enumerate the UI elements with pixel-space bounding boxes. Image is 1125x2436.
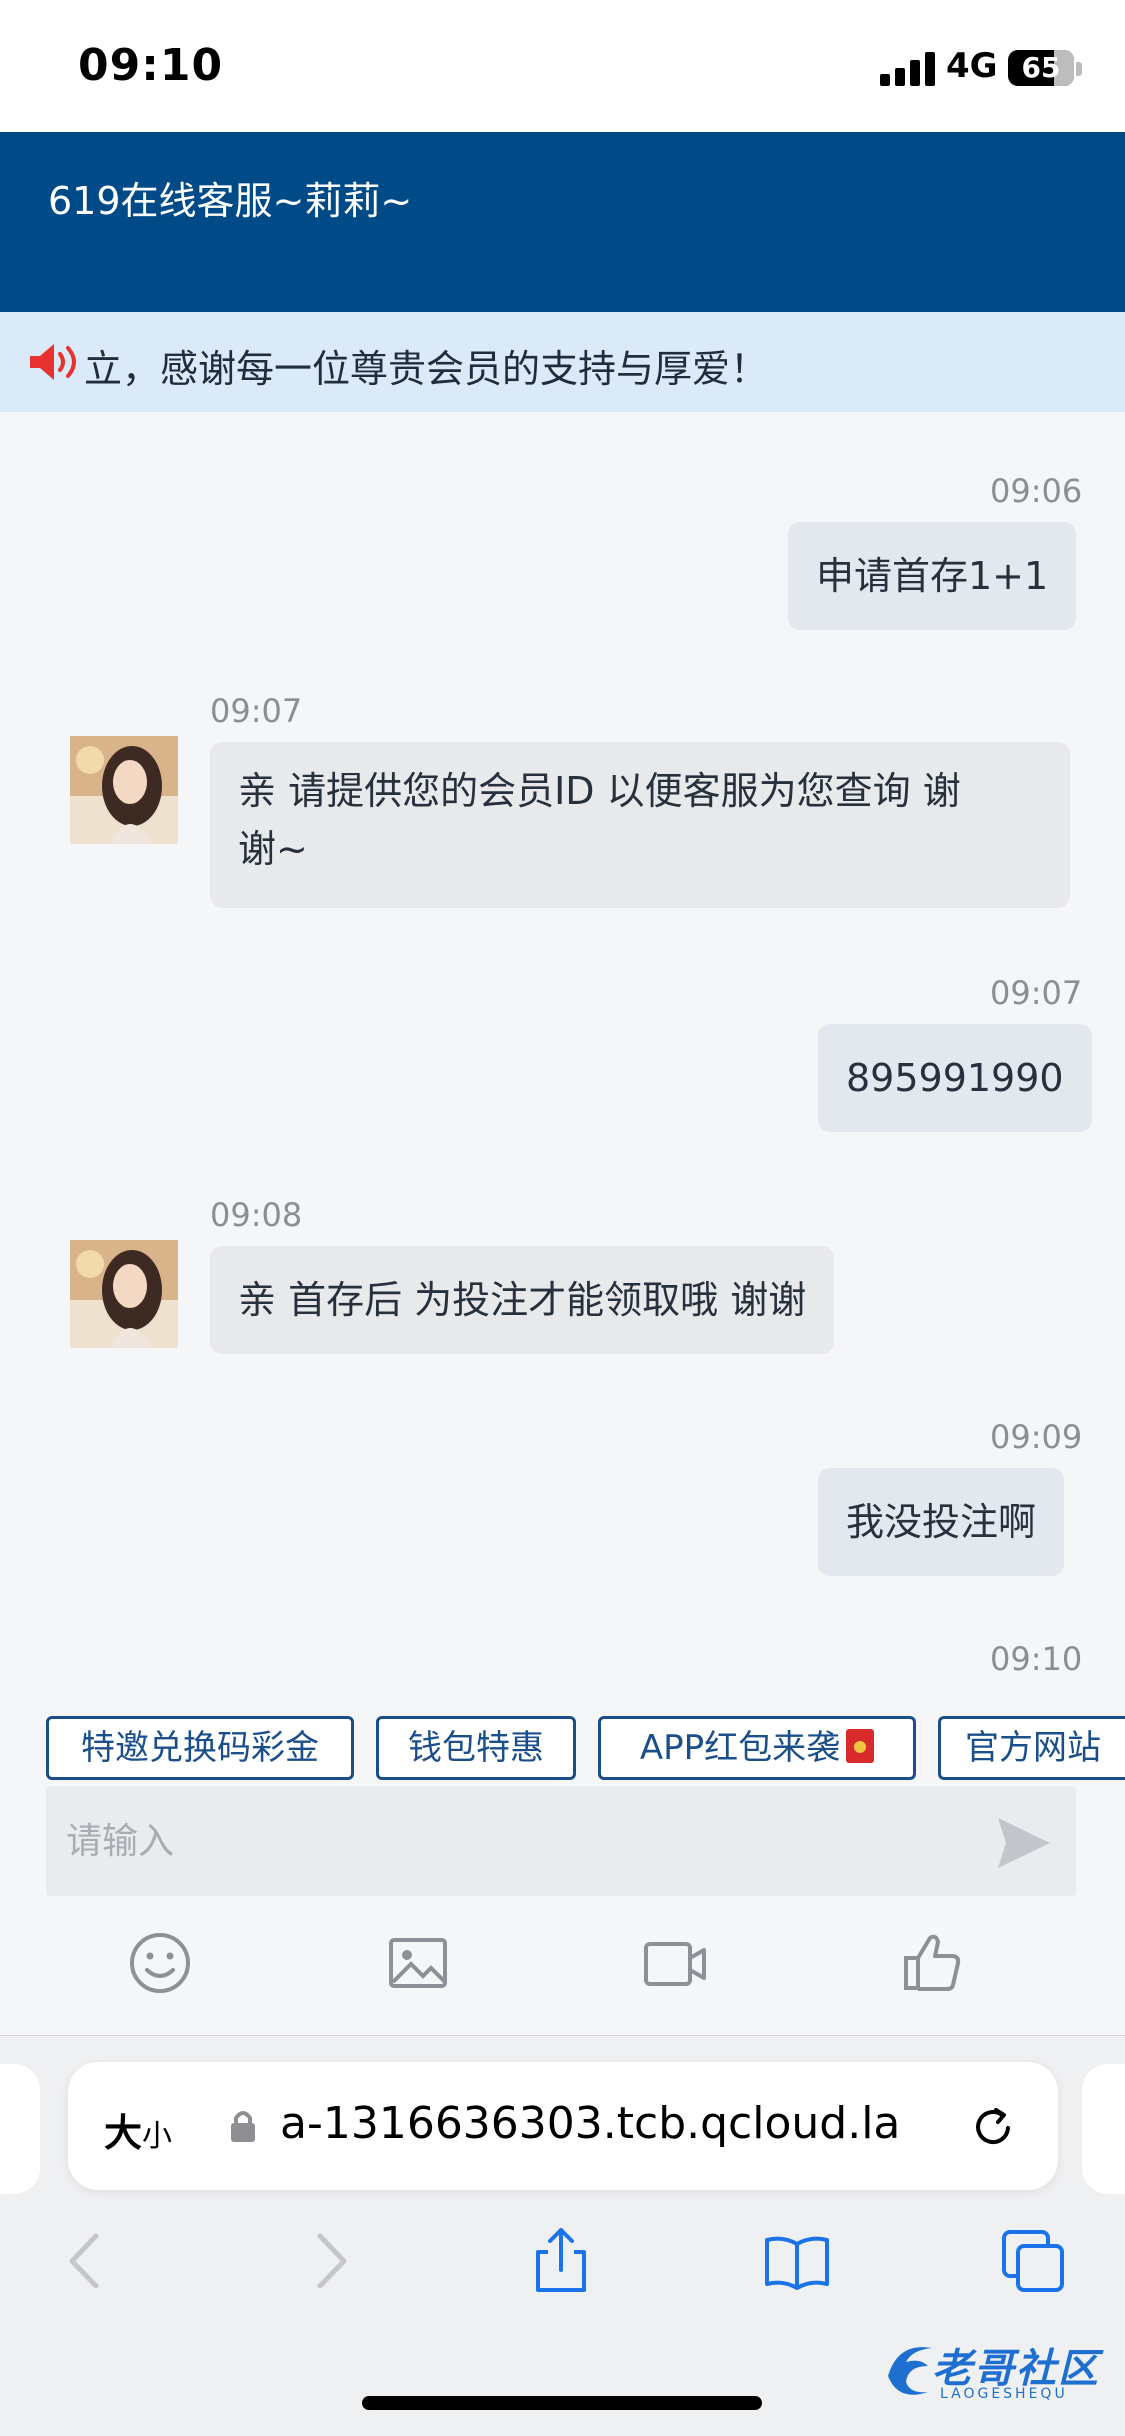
incoming-message-line: 亲 请提供您的会员ID 以便客服为您查询 谢: [238, 769, 961, 813]
bookmarks-icon[interactable]: [762, 2226, 832, 2296]
network-type: 4G: [946, 46, 998, 86]
status-bar: 09:10 4G 65: [0, 0, 1125, 132]
quick-reply-bar: 特邀兑换码彩金 钱包特惠 APP红包来袭 官方网站: [0, 1700, 1125, 1780]
message-timestamp: 09:07: [210, 692, 303, 730]
notice-marquee: 立，感谢每一位尊贵会员的支持与厚爱！: [0, 312, 1125, 412]
watermark-subtext: LAOGESHEQU: [940, 2386, 1068, 2402]
message-timestamp: 09:09: [990, 1418, 1083, 1456]
home-indicator[interactable]: [362, 2396, 762, 2410]
forward-icon[interactable]: [294, 2226, 364, 2296]
watermark-logo: 老哥社区 LAOGESHEQU: [880, 2330, 1120, 2410]
text-size-small-label: 小: [142, 2119, 173, 2154]
agent-avatar-image: [70, 736, 178, 844]
message-input-row: [46, 1786, 1076, 1896]
dragon-logo-icon: [888, 2347, 932, 2395]
outgoing-message[interactable]: 我没投注啊: [818, 1468, 1065, 1576]
url-text[interactable]: a-1316636303.tcb.qcloud.la: [280, 2098, 1000, 2149]
battery-level: 65: [1021, 51, 1061, 84]
back-icon[interactable]: [52, 2226, 122, 2296]
text-size-button[interactable]: 大小: [104, 2102, 172, 2157]
send-icon[interactable]: [994, 1814, 1054, 1872]
agent-avatar[interactable]: [70, 1240, 178, 1348]
battery-icon: 65: [1008, 50, 1074, 86]
outgoing-message[interactable]: 895991990: [818, 1024, 1092, 1132]
reload-icon[interactable]: [968, 2102, 1018, 2152]
page-title: 619在线客服~莉莉~: [48, 179, 413, 223]
video-icon[interactable]: [640, 1928, 710, 1998]
tabs-icon[interactable]: [998, 2226, 1068, 2296]
chat-message-list[interactable]: 09:06 申请首存1+1 09:07 亲 请提供您的会员ID 以便客服为您查询…: [0, 412, 1125, 1687]
agent-avatar[interactable]: [70, 736, 178, 844]
image-icon[interactable]: [383, 1928, 453, 1998]
battery-cap: [1076, 62, 1082, 76]
address-bar[interactable]: 大小 a-1316636303.tcb.qcloud.la: [68, 2062, 1058, 2190]
chat-toolbar: [0, 1900, 1125, 2035]
message-input[interactable]: [66, 1808, 966, 1874]
text-size-label: 大: [104, 2111, 143, 2155]
quick-button-wallet[interactable]: 钱包特惠: [376, 1716, 576, 1780]
quick-button-app-red-packet[interactable]: APP红包来袭: [598, 1716, 916, 1780]
quick-button-label: APP红包来袭: [639, 1728, 841, 1768]
speaker-icon: [30, 344, 76, 380]
message-timestamp: 09:07: [990, 974, 1083, 1012]
message-timestamp: 09:08: [210, 1196, 303, 1234]
status-time: 09:10: [78, 40, 224, 91]
quick-button-label: 特邀兑换码彩金: [81, 1728, 319, 1768]
cellular-signal-icon: [880, 52, 936, 86]
quick-button-label: 钱包特惠: [408, 1728, 544, 1768]
red-envelope-icon: [846, 1729, 875, 1763]
lock-icon: [231, 2111, 255, 2142]
notice-text: 立，感谢每一位尊贵会员的支持与厚爱！: [84, 347, 769, 391]
chat-header: 619在线客服~莉莉~: [0, 132, 1125, 312]
thumbs-up-icon[interactable]: [898, 1928, 968, 1998]
message-timestamp: 09:06: [990, 472, 1083, 510]
incoming-message[interactable]: 亲 请提供您的会员ID 以便客服为您查询 谢 谢~: [210, 742, 1070, 908]
agent-avatar-image: [70, 1240, 178, 1348]
quick-button-official-site[interactable]: 官方网站: [938, 1716, 1125, 1780]
incoming-message[interactable]: 亲 首存后 为投注才能领取哦 谢谢: [210, 1246, 835, 1354]
previous-tab-peek[interactable]: [0, 2064, 40, 2194]
quick-button-redeem-code[interactable]: 特邀兑换码彩金: [46, 1716, 354, 1780]
share-icon[interactable]: [526, 2226, 596, 2296]
emoji-icon[interactable]: [125, 1928, 195, 1998]
incoming-message-line: 谢~: [238, 827, 308, 871]
message-timestamp: 09:10: [990, 1640, 1083, 1678]
quick-button-label: 官方网站: [965, 1728, 1101, 1768]
outgoing-message[interactable]: 申请首存1+1: [788, 522, 1077, 630]
next-tab-peek[interactable]: [1082, 2064, 1125, 2194]
